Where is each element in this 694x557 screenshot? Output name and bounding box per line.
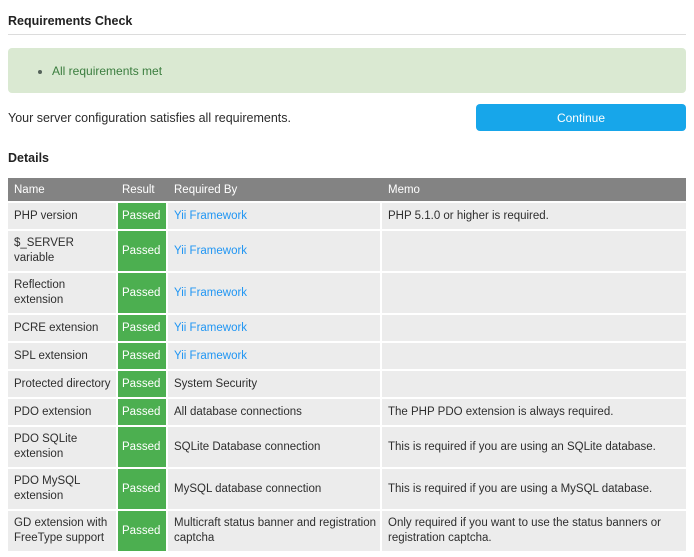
required-by-link[interactable]: Yii Framework [174, 244, 247, 259]
requirement-name-cell: Protected directory [8, 371, 116, 397]
table-row: $_SERVER variable Passed Yii Framework [8, 231, 686, 271]
table-row: PDO SQLite extension Passed SQLite Datab… [8, 427, 686, 467]
table-row: PDO extension Passed All database connec… [8, 399, 686, 425]
requirement-name-cell: PDO SQLite extension [8, 427, 116, 467]
column-header-name: Name [8, 184, 118, 196]
table-header-row: Name Result Required By Memo [8, 178, 686, 201]
required-by-text: Multicraft status banner and registratio… [174, 516, 378, 546]
result-badge: Passed [118, 315, 166, 341]
memo-cell [382, 343, 686, 369]
column-header-required-by: Required By [168, 184, 382, 196]
memo-cell: PHP 5.1.0 or higher is required. [382, 203, 686, 229]
required-by-text: All database connections [174, 405, 302, 420]
memo-cell: The PHP PDO extension is always required… [382, 399, 686, 425]
success-alert: All requirements met [8, 48, 686, 93]
required-by-link[interactable]: Yii Framework [174, 209, 247, 224]
requirements-check-page: Requirements Check All requirements met … [0, 14, 694, 551]
divider [8, 34, 686, 35]
memo-cell: This is required if you are using an SQL… [382, 427, 686, 467]
memo-cell [382, 371, 686, 397]
table-body: PHP version Passed Yii Framework PHP 5.1… [8, 203, 686, 551]
required-by-link[interactable]: Yii Framework [174, 286, 247, 301]
result-badge: Passed [118, 399, 166, 425]
column-header-memo: Memo [382, 184, 686, 196]
result-badge: Passed [118, 343, 166, 369]
requirement-name-cell: $_SERVER variable [8, 231, 116, 271]
memo-cell: This is required if you are using a MySQ… [382, 469, 686, 509]
result-badge: Passed [118, 469, 166, 509]
result-badge: Passed [118, 203, 166, 229]
memo-cell [382, 273, 686, 313]
required-by-link[interactable]: Yii Framework [174, 349, 247, 364]
requirement-name-cell: GD extension with FreeType support [8, 511, 116, 551]
required-by-cell: Yii Framework [168, 343, 380, 369]
requirement-name-cell: PDO extension [8, 399, 116, 425]
summary-row: Your server configuration satisfies all … [8, 104, 686, 131]
table-row: PCRE extension Passed Yii Framework [8, 315, 686, 341]
required-by-cell: Yii Framework [168, 273, 380, 313]
summary-text: Your server configuration satisfies all … [8, 111, 291, 125]
table-row: Reflection extension Passed Yii Framewor… [8, 273, 686, 313]
required-by-cell: SQLite Database connection [168, 427, 380, 467]
table-row: PDO MySQL extension Passed MySQL databas… [8, 469, 686, 509]
memo-cell: Only required if you want to use the sta… [382, 511, 686, 551]
required-by-text: System Security [174, 377, 257, 392]
required-by-text: SQLite Database connection [174, 440, 320, 455]
required-by-cell: Multicraft status banner and registratio… [168, 511, 380, 551]
result-badge: Passed [118, 231, 166, 271]
table-row: Protected directory Passed System Securi… [8, 371, 686, 397]
memo-cell [382, 315, 686, 341]
memo-cell [382, 231, 686, 271]
column-header-result: Result [118, 184, 168, 196]
result-badge: Passed [118, 273, 166, 313]
table-row: GD extension with FreeType support Passe… [8, 511, 686, 551]
page-title: Requirements Check [8, 14, 686, 28]
required-by-cell: System Security [168, 371, 380, 397]
requirement-name-cell: PDO MySQL extension [8, 469, 116, 509]
table-row: PHP version Passed Yii Framework PHP 5.1… [8, 203, 686, 229]
requirements-table: Name Result Required By Memo PHP version… [8, 178, 686, 551]
result-badge: Passed [118, 427, 166, 467]
result-badge: Passed [118, 371, 166, 397]
required-by-text: MySQL database connection [174, 482, 321, 497]
required-by-cell: Yii Framework [168, 315, 380, 341]
result-badge: Passed [118, 511, 166, 551]
requirement-name-cell: Reflection extension [8, 273, 116, 313]
alert-item: All requirements met [52, 64, 162, 78]
details-title: Details [8, 151, 686, 165]
required-by-cell: Yii Framework [168, 203, 380, 229]
requirement-name-cell: PHP version [8, 203, 116, 229]
requirement-name-cell: PCRE extension [8, 315, 116, 341]
required-by-cell: Yii Framework [168, 231, 380, 271]
required-by-link[interactable]: Yii Framework [174, 321, 247, 336]
required-by-cell: All database connections [168, 399, 380, 425]
table-row: SPL extension Passed Yii Framework [8, 343, 686, 369]
continue-button[interactable]: Continue [476, 104, 686, 131]
required-by-cell: MySQL database connection [168, 469, 380, 509]
requirement-name-cell: SPL extension [8, 343, 116, 369]
alert-list: All requirements met [8, 64, 162, 78]
